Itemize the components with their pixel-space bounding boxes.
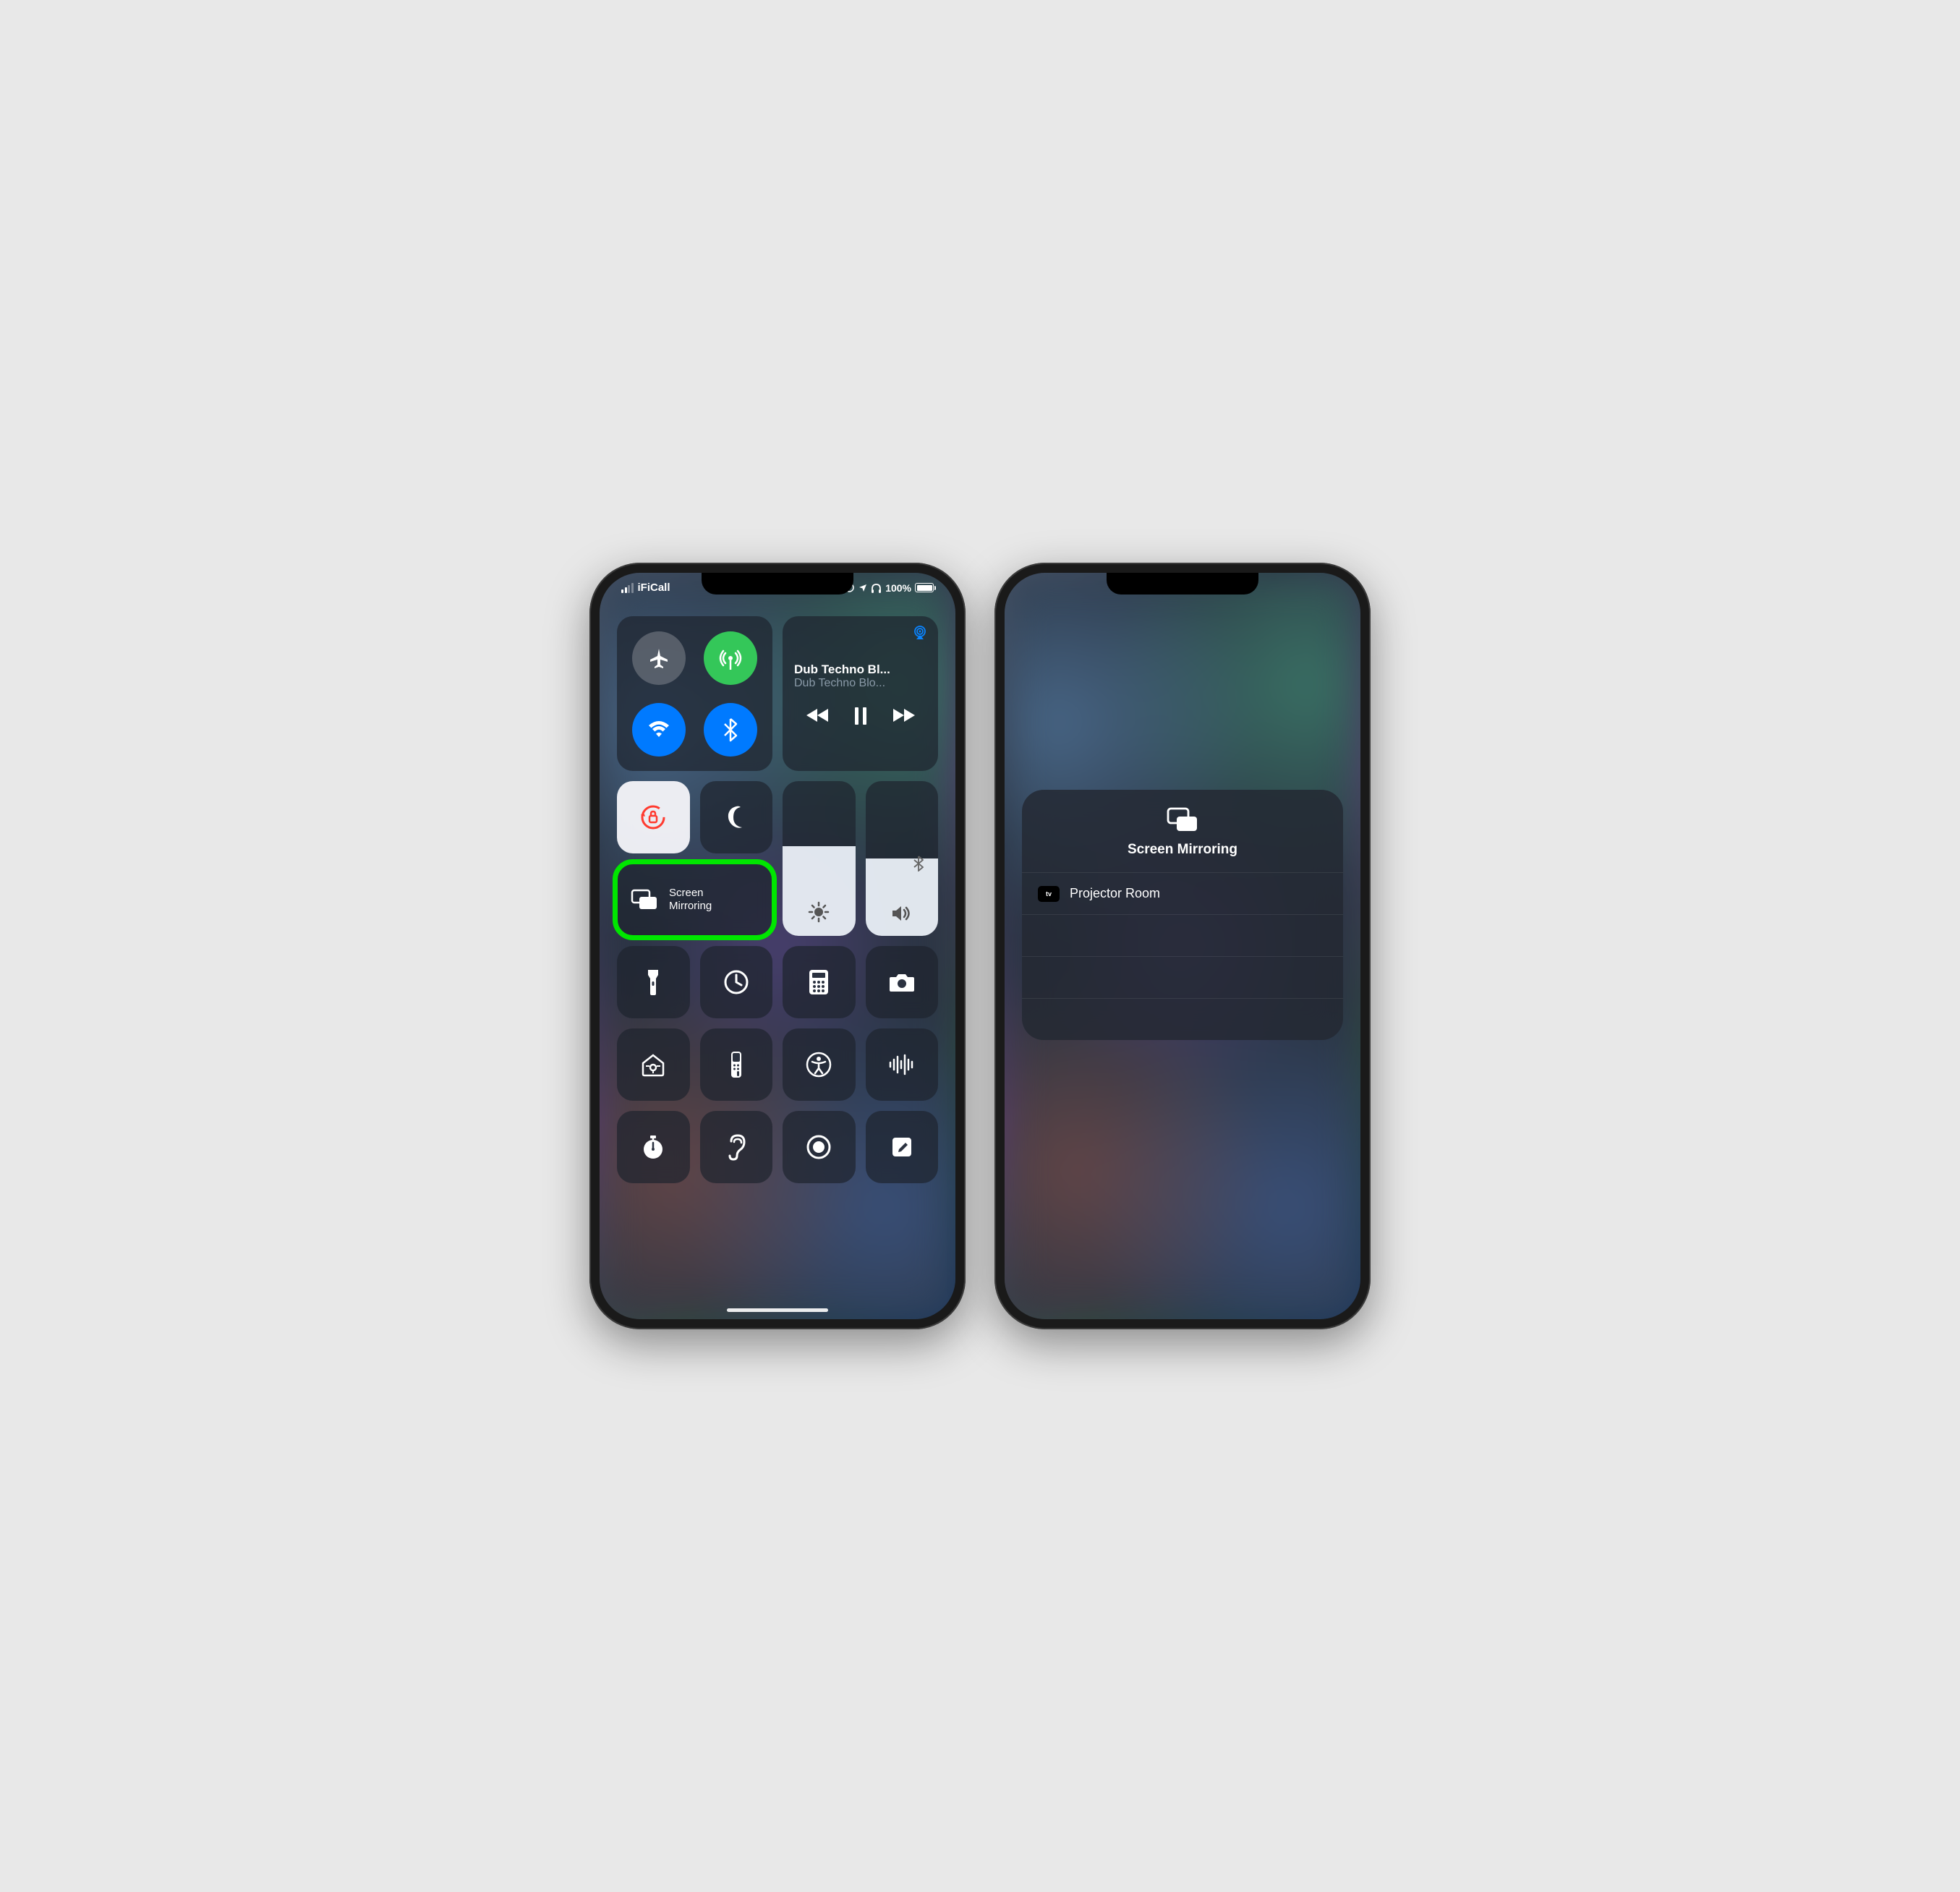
screen-mirroring-icon: [630, 888, 659, 911]
battery-pct-label: 100%: [885, 582, 911, 594]
screen-recording-button[interactable]: [783, 1111, 856, 1183]
hearing-button[interactable]: [700, 1111, 773, 1183]
mirror-device-name: Projector Room: [1070, 886, 1160, 901]
volume-slider[interactable]: [866, 781, 939, 936]
voice-memos-button[interactable]: [866, 1028, 939, 1101]
mirror-empty-row: [1022, 914, 1343, 956]
orientation-lock-toggle[interactable]: [617, 781, 690, 853]
cell-signal-icon: [621, 583, 634, 593]
home-indicator[interactable]: [727, 1308, 828, 1312]
airplay-active-icon: [912, 625, 928, 641]
screen-left: iFiCall VPN 100%: [600, 573, 955, 1319]
notch: [1107, 573, 1258, 595]
screen-mirroring-panel: Screen Mirroring tv Projector Room: [1022, 790, 1343, 1040]
screen-right: Screen Mirroring tv Projector Room: [1005, 573, 1360, 1319]
connectivity-module[interactable]: [617, 616, 772, 771]
do-not-disturb-toggle[interactable]: [700, 781, 773, 853]
volume-fill: [866, 858, 939, 936]
volume-icon: [891, 904, 913, 923]
screen-mirroring-icon: [1022, 806, 1343, 835]
control-center: Dub Techno Bl... Dub Techno Blo...: [600, 573, 955, 1319]
bluetooth-toggle[interactable]: [704, 703, 757, 757]
accessibility-button[interactable]: [783, 1028, 856, 1101]
media-pause-button[interactable]: [853, 707, 868, 725]
camera-button[interactable]: [866, 946, 939, 1018]
media-next-button[interactable]: [892, 707, 915, 725]
brightness-icon: [808, 901, 830, 923]
media-subtitle: Dub Techno Blo...: [794, 677, 926, 690]
media-module[interactable]: Dub Techno Bl... Dub Techno Blo...: [783, 616, 938, 771]
screen-mirroring-label-2: Mirroring: [669, 900, 712, 913]
location-status-icon: [858, 584, 867, 592]
media-prev-button[interactable]: [806, 707, 830, 725]
volume-bluetooth-icon: [913, 856, 924, 872]
notch: [702, 573, 853, 595]
battery-icon: [915, 583, 934, 592]
headphones-status-icon: [871, 583, 882, 593]
screen-mirroring-button[interactable]: Screen Mirroring: [617, 864, 772, 936]
apple-tv-remote-button[interactable]: [700, 1028, 773, 1101]
media-title: Dub Techno Bl...: [794, 662, 926, 677]
wifi-toggle[interactable]: [632, 703, 686, 757]
cellular-data-toggle[interactable]: [704, 631, 757, 685]
stopwatch-button[interactable]: [617, 1111, 690, 1183]
flashlight-button[interactable]: [617, 946, 690, 1018]
mirror-panel-title: Screen Mirroring: [1022, 842, 1343, 858]
timer-button[interactable]: [700, 946, 773, 1018]
calculator-button[interactable]: [783, 946, 856, 1018]
notes-button[interactable]: [866, 1111, 939, 1183]
brightness-slider[interactable]: [783, 781, 856, 936]
iphone-frame-left: iFiCall VPN 100%: [589, 563, 966, 1329]
screen-mirroring-label-1: Screen: [669, 887, 712, 900]
mirror-empty-row: [1022, 956, 1343, 998]
mirror-empty-row: [1022, 998, 1343, 1040]
apple-tv-icon: tv: [1038, 886, 1060, 902]
airplane-mode-toggle[interactable]: [632, 631, 686, 685]
home-button[interactable]: [617, 1028, 690, 1101]
mirror-device-row[interactable]: tv Projector Room: [1022, 872, 1343, 914]
carrier-label: iFiCall: [638, 581, 670, 594]
iphone-frame-right: Screen Mirroring tv Projector Room: [994, 563, 1371, 1329]
